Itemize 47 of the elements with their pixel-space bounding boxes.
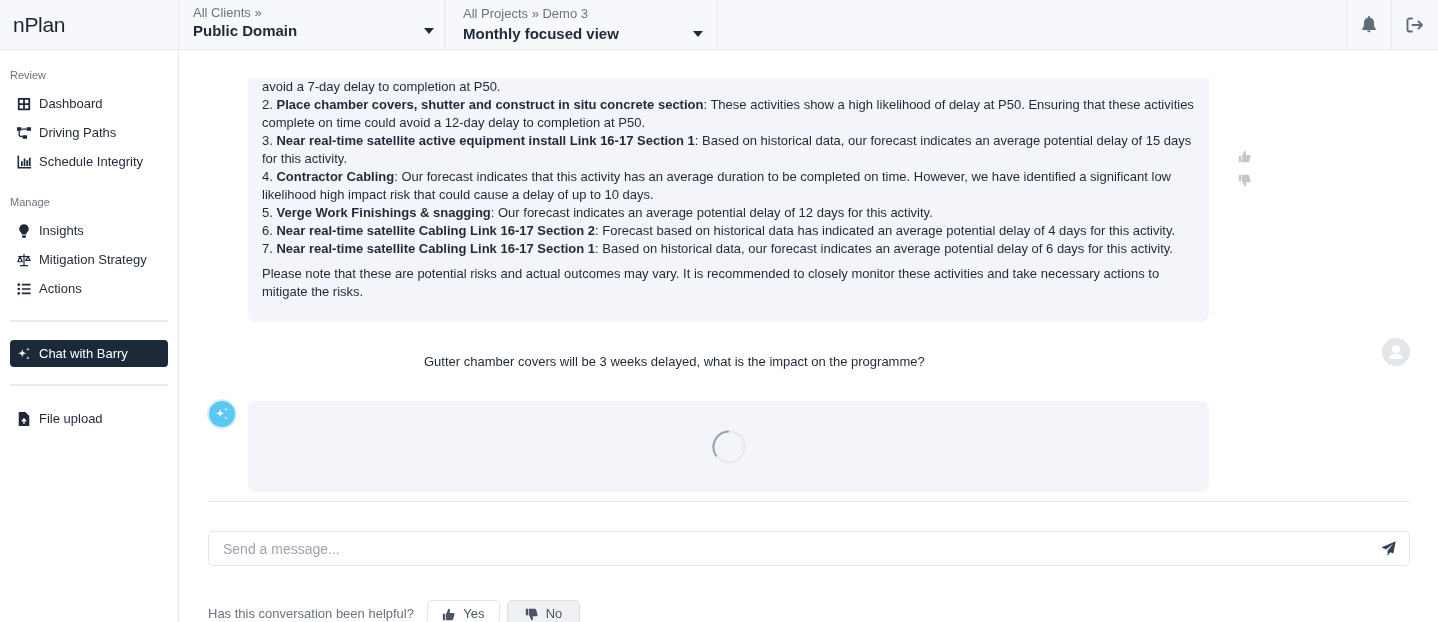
section-label: Manage (10, 196, 50, 208)
sidebar-item[interactable]: Schedule Integrity (10, 147, 168, 176)
assistant-avatar-icon (207, 399, 237, 429)
project-dropdown[interactable]: Monthly focused view (463, 24, 703, 44)
thumbs-down-icon (524, 607, 538, 621)
list-item: 4. Contractor Cabling: Our forecast indicates that this activity has an average duration to be completed on time. However, we have identified a significant low likelihood high impact risk that could cause a delay of up to 10 days. (262, 168, 1172, 204)
breadcrumb[interactable]: All Projects » Demo 3 (463, 6, 588, 22)
thumbs-up-icon[interactable] (1238, 150, 1251, 163)
list-item: 6. Near real-time satellite Cabling Link 16-17 Section 2: Forecast based on historical data has indicated an average potential delay of 4 days for this activity. (262, 222, 1177, 240)
user-message: Gutter chamber covers will be 3 weeks delayed, what is the impact on the programme? (424, 354, 925, 369)
list-item: 3. Near real-time satellite active equipment install Link 16-17 Section 1: Based on historical data, our forecast indicates an average potential delay of 15 days for this activity. (262, 132, 1193, 168)
send-icon[interactable] (1381, 541, 1396, 556)
sidebar-item[interactable]: Driving Paths (10, 118, 168, 147)
breadcrumb[interactable]: All Clients » (193, 5, 262, 21)
feedback-button[interactable]: Yes (426, 600, 500, 622)
section-label: Review (10, 69, 47, 81)
sidebar-item[interactable]: Chat with Barry (10, 340, 168, 367)
message-paragraph: Please note that these are potential risks and actual outcomes may vary. It is recommended to closely monitor these activities and take necessary actions to mitigate the risks. (262, 265, 1161, 301)
node-diagram-icon (17, 125, 31, 140)
client-dropdown[interactable]: Public Domain (193, 21, 434, 41)
caret-down-icon (424, 28, 434, 34)
message-input[interactable]: Send a message... (208, 531, 1410, 566)
list-item: 2. Place chamber covers, shutter and construct in situ concrete section: These activities show a high likelihood of delay at P50. Ensuring that these activities complete on time could avoid a 12-day delay to completion at P50. (262, 96, 1195, 132)
sidebar-item[interactable]: Mitigation Strategy (10, 245, 168, 274)
list-item: 7. Near real-time satellite Cabling Link 16-17 Section 1: Based on historical data, our forecast indicates an average potential delay of 6 days for this activity. (262, 240, 1174, 258)
sidebar-item[interactable]: Insights (10, 216, 168, 245)
sidebar-item[interactable]: Actions (10, 274, 168, 303)
lightbulb-icon (17, 223, 31, 238)
bell-icon[interactable] (1361, 16, 1377, 33)
file-upload-icon (17, 411, 31, 426)
list-icon (17, 281, 31, 296)
list-item: avoid a 7-day delay to completion at P50. (262, 78, 502, 96)
logout-icon[interactable] (1406, 16, 1424, 33)
sidebar-item[interactable]: File upload (10, 404, 168, 433)
feedback-question: Has this conversation been helpful? (208, 605, 414, 622)
grid-icon (17, 96, 31, 111)
thumbs-down-icon[interactable] (1238, 174, 1251, 187)
thumbs-up-icon (442, 607, 456, 621)
sparkles-icon (17, 346, 31, 361)
user-avatar-icon (1382, 338, 1410, 366)
app-logo: nPlan (13, 12, 66, 37)
list-item: 5. Verge Work Finishings & snagging: Our forecast indicates an average potential delay of 12 days for this activity. (262, 204, 934, 222)
feedback-button[interactable]: No (506, 600, 580, 622)
sidebar-item[interactable]: Dashboard (10, 89, 168, 118)
bar-chart-icon (17, 154, 31, 169)
caret-down-icon (693, 31, 703, 37)
balance-scale-icon (17, 252, 31, 267)
